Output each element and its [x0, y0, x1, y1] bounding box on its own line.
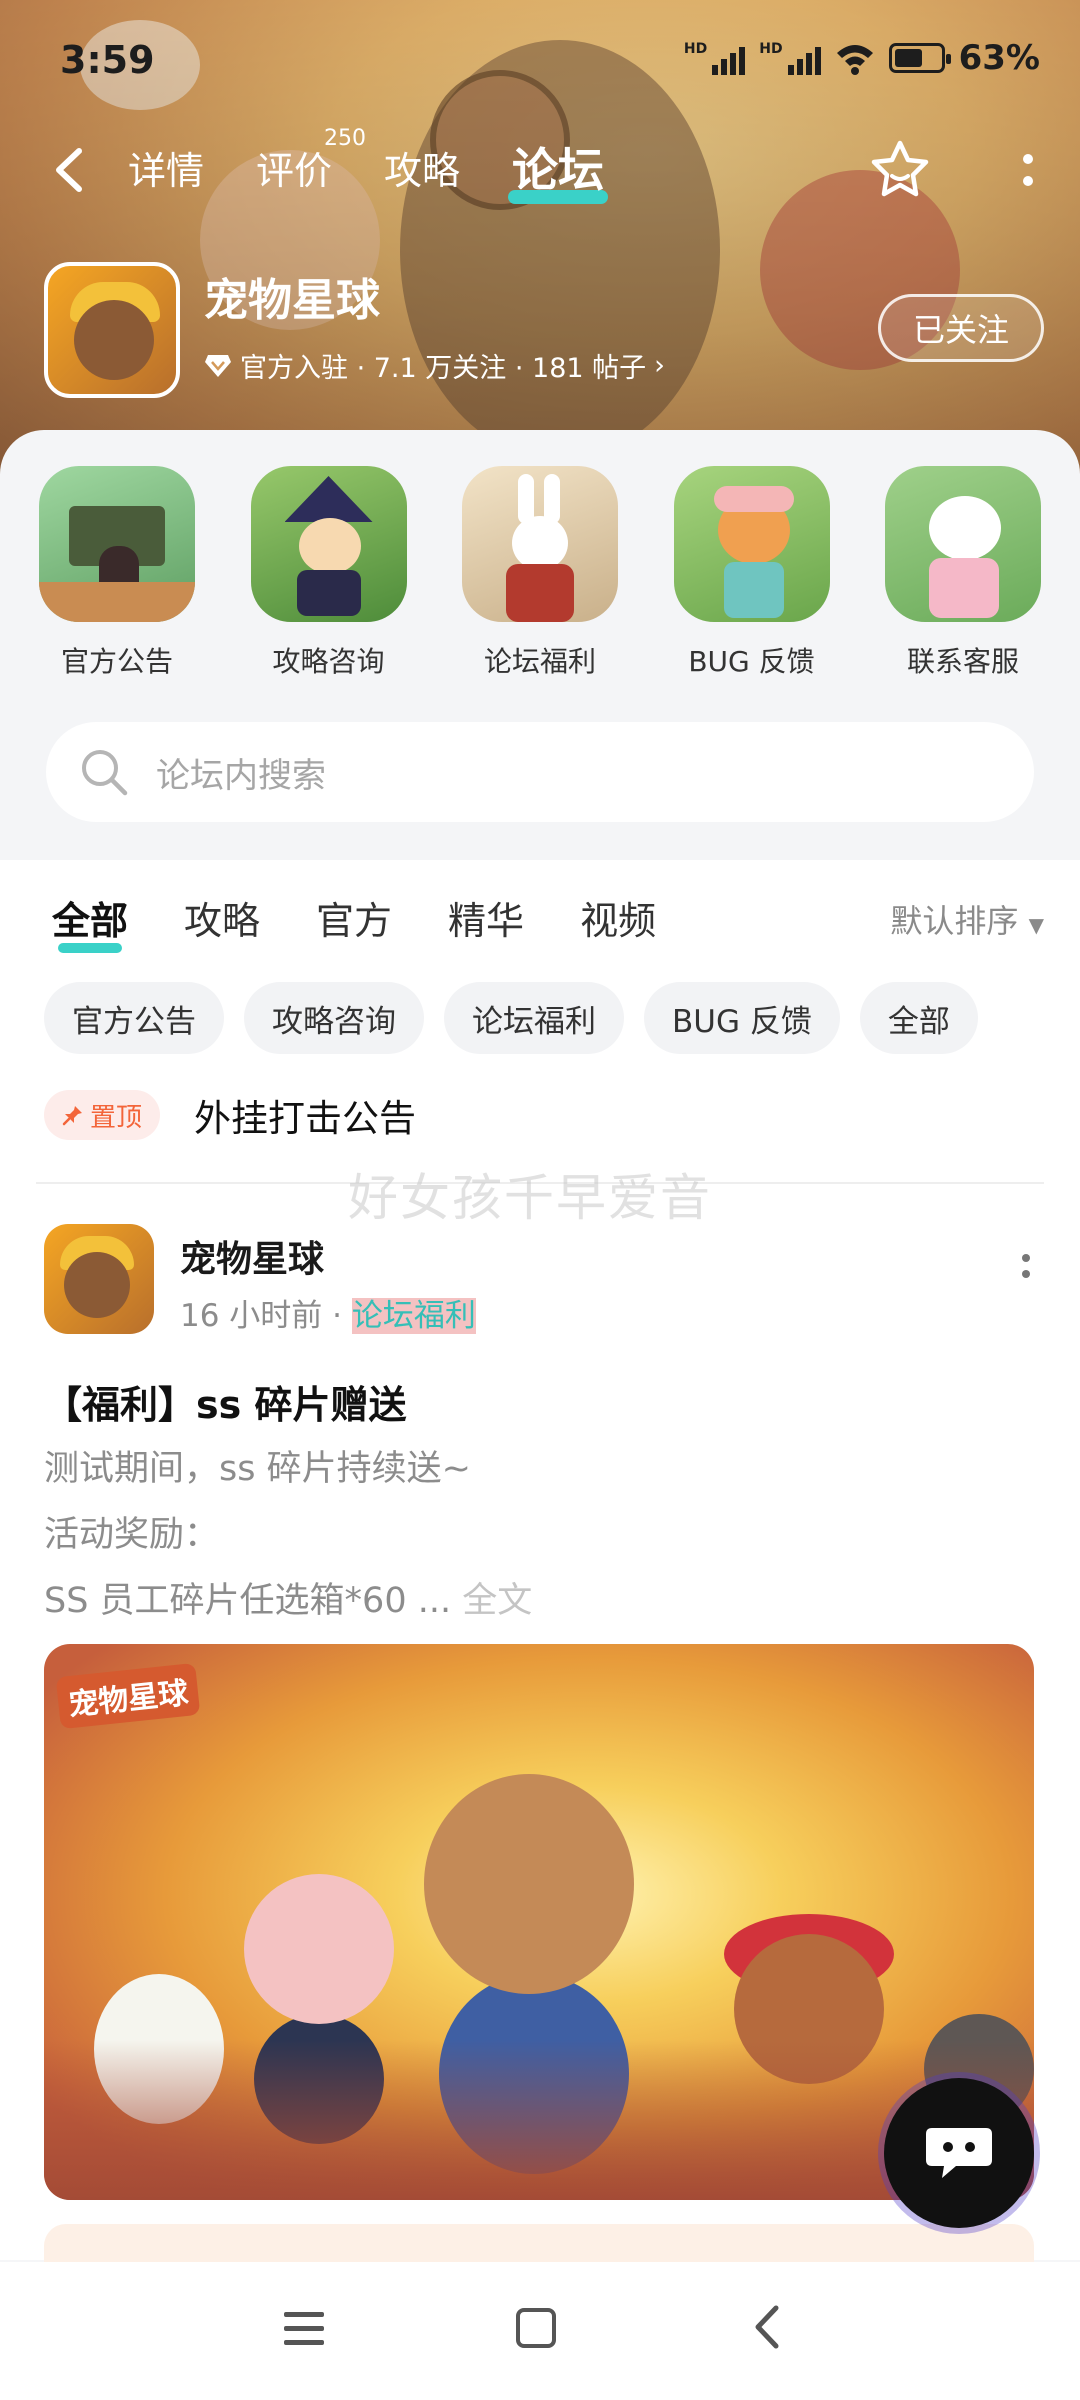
category-chips: 官方公告 攻略咨询 论坛福利 BUG 反馈 全部	[44, 982, 978, 1054]
chip-bug-report[interactable]: BUG 反馈	[644, 982, 840, 1054]
tab-forum[interactable]: 论坛	[508, 134, 609, 204]
quick-link-support[interactable]: 联系客服	[878, 466, 1048, 680]
diamond-icon	[205, 354, 231, 377]
quick-link-guides[interactable]: 攻略咨询	[244, 466, 414, 680]
favorite-star-button[interactable]	[868, 138, 932, 202]
more-options-button[interactable]	[1016, 140, 1040, 200]
announcements-icon	[39, 466, 195, 622]
banner-logo: 宠物星球	[55, 1662, 201, 1730]
recents-button[interactable]	[284, 2312, 324, 2354]
status-time: 3:59	[60, 38, 155, 82]
search-placeholder: 论坛内搜索	[156, 755, 326, 796]
sort-dropdown[interactable]: 默认排序 ▼	[890, 896, 1044, 942]
full-text-link[interactable]: 全文	[462, 1581, 532, 1621]
battery-icon	[888, 43, 951, 73]
system-back-button[interactable]	[752, 2302, 782, 2365]
quick-link-bug-report[interactable]: BUG 反馈	[667, 466, 837, 680]
status-bar: 3:59 HD HD 63%	[0, 0, 1080, 120]
quick-link-announcements[interactable]: 官方公告	[32, 466, 202, 680]
back-arrow-icon	[755, 2305, 779, 2349]
tab-guides[interactable]: 攻略	[384, 140, 460, 206]
welfare-icon	[462, 466, 618, 622]
pin-icon	[62, 1106, 82, 1126]
top-nav: 详情 评价 250 攻略 论坛	[0, 126, 1080, 210]
post-title: 【福利】ss 碎片赠送	[44, 1383, 407, 1427]
chat-bubble-icon	[926, 2128, 992, 2178]
post-meta: 16 小时前 · 论坛福利	[180, 1298, 476, 1334]
search-input[interactable]: 论坛内搜索	[46, 722, 1034, 822]
game-meta-text: 官方入驻 · 7.1 万关注 · 181 帖子	[240, 353, 647, 384]
search-icon	[82, 750, 128, 796]
feed-tab-guides[interactable]: 攻略	[184, 890, 260, 945]
post-category[interactable]: 论坛福利	[351, 1298, 476, 1334]
feed-tab-video[interactable]: 视频	[580, 890, 656, 945]
post-feed: 全部 攻略 官方 精华 视频 默认排序 ▼ 官方公告 攻略咨询 论坛福利 BUG…	[0, 860, 1080, 2294]
game-meta[interactable]: 官方入驻 · 7.1 万关注 · 181 帖子 ›	[204, 346, 665, 385]
game-title: 宠物星球	[204, 275, 380, 326]
system-nav-bar	[0, 2262, 1080, 2400]
feed-tabs: 全部 攻略 官方 精华 视频	[52, 890, 656, 953]
pinned-badge: 置顶	[44, 1090, 161, 1140]
caret-down-icon: ▼	[1028, 913, 1044, 937]
forum-panel: 官方公告 攻略咨询 论坛福利 BUG 反馈 联系客服 论坛内搜索	[0, 430, 1080, 860]
post-line-1: 测试期间，ss 碎片持续送~	[44, 1449, 471, 1489]
quick-link-welfare[interactable]: 论坛福利	[455, 466, 625, 680]
battery-percent: 63%	[958, 38, 1040, 78]
review-count-badge: 250	[324, 126, 367, 151]
chat-float-button[interactable]	[884, 2078, 1034, 2228]
chevron-left-icon	[56, 148, 82, 192]
follow-button[interactable]: 已关注	[878, 294, 1044, 362]
support-icon	[885, 466, 1041, 622]
detail-tabs: 详情 评价 250 攻略 论坛	[128, 126, 609, 206]
screen: 3:59 HD HD 63% 详情 评价 250 攻略 论坛 宠物星球 官方入驻 …	[0, 0, 1080, 2400]
game-info: 宠物星球 官方入驻 · 7.1 万关注 · 181 帖子 › 已关注	[44, 262, 1044, 402]
signal-icon: HD	[684, 41, 746, 75]
bug-report-icon	[673, 466, 830, 622]
guides-icon	[250, 466, 407, 622]
chip-guides[interactable]: 攻略咨询	[244, 982, 424, 1054]
quick-links: 官方公告 攻略咨询 论坛福利 BUG 反馈 联系客服	[32, 466, 1048, 680]
post-more-button[interactable]	[1022, 1254, 1034, 1278]
tab-reviews[interactable]: 评价 250	[256, 126, 366, 206]
pinned-title: 外挂打击公告	[194, 1097, 417, 1140]
signal-icon-2: HD	[759, 41, 821, 75]
tab-details[interactable]: 详情	[128, 140, 204, 206]
post-author[interactable]: 宠物星球	[180, 1230, 324, 1282]
feed-tab-official[interactable]: 官方	[316, 890, 392, 945]
chip-all[interactable]: 全部	[859, 982, 978, 1054]
wifi-icon	[836, 45, 873, 75]
post-line-3: SS 员工碎片任选箱*60 ... 全文	[44, 1581, 533, 1621]
feed-tab-all[interactable]: 全部	[52, 890, 128, 953]
post-banner-image[interactable]: 宠物星球	[44, 1644, 1034, 2200]
home-button[interactable]	[516, 2308, 556, 2348]
watermark: 好女孩千早爱音	[348, 1169, 712, 1227]
chip-announcements[interactable]: 官方公告	[44, 982, 224, 1054]
game-icon[interactable]	[44, 262, 180, 398]
chevron-right-icon: ›	[654, 350, 665, 381]
back-button[interactable]	[40, 142, 96, 198]
feed-tab-featured[interactable]: 精华	[448, 890, 524, 945]
chip-welfare[interactable]: 论坛福利	[444, 982, 624, 1054]
pinned-post[interactable]: 置顶 外挂打击公告	[44, 1088, 416, 1142]
avatar[interactable]	[44, 1224, 154, 1334]
post-line-2: 活动奖励：	[44, 1515, 220, 1555]
